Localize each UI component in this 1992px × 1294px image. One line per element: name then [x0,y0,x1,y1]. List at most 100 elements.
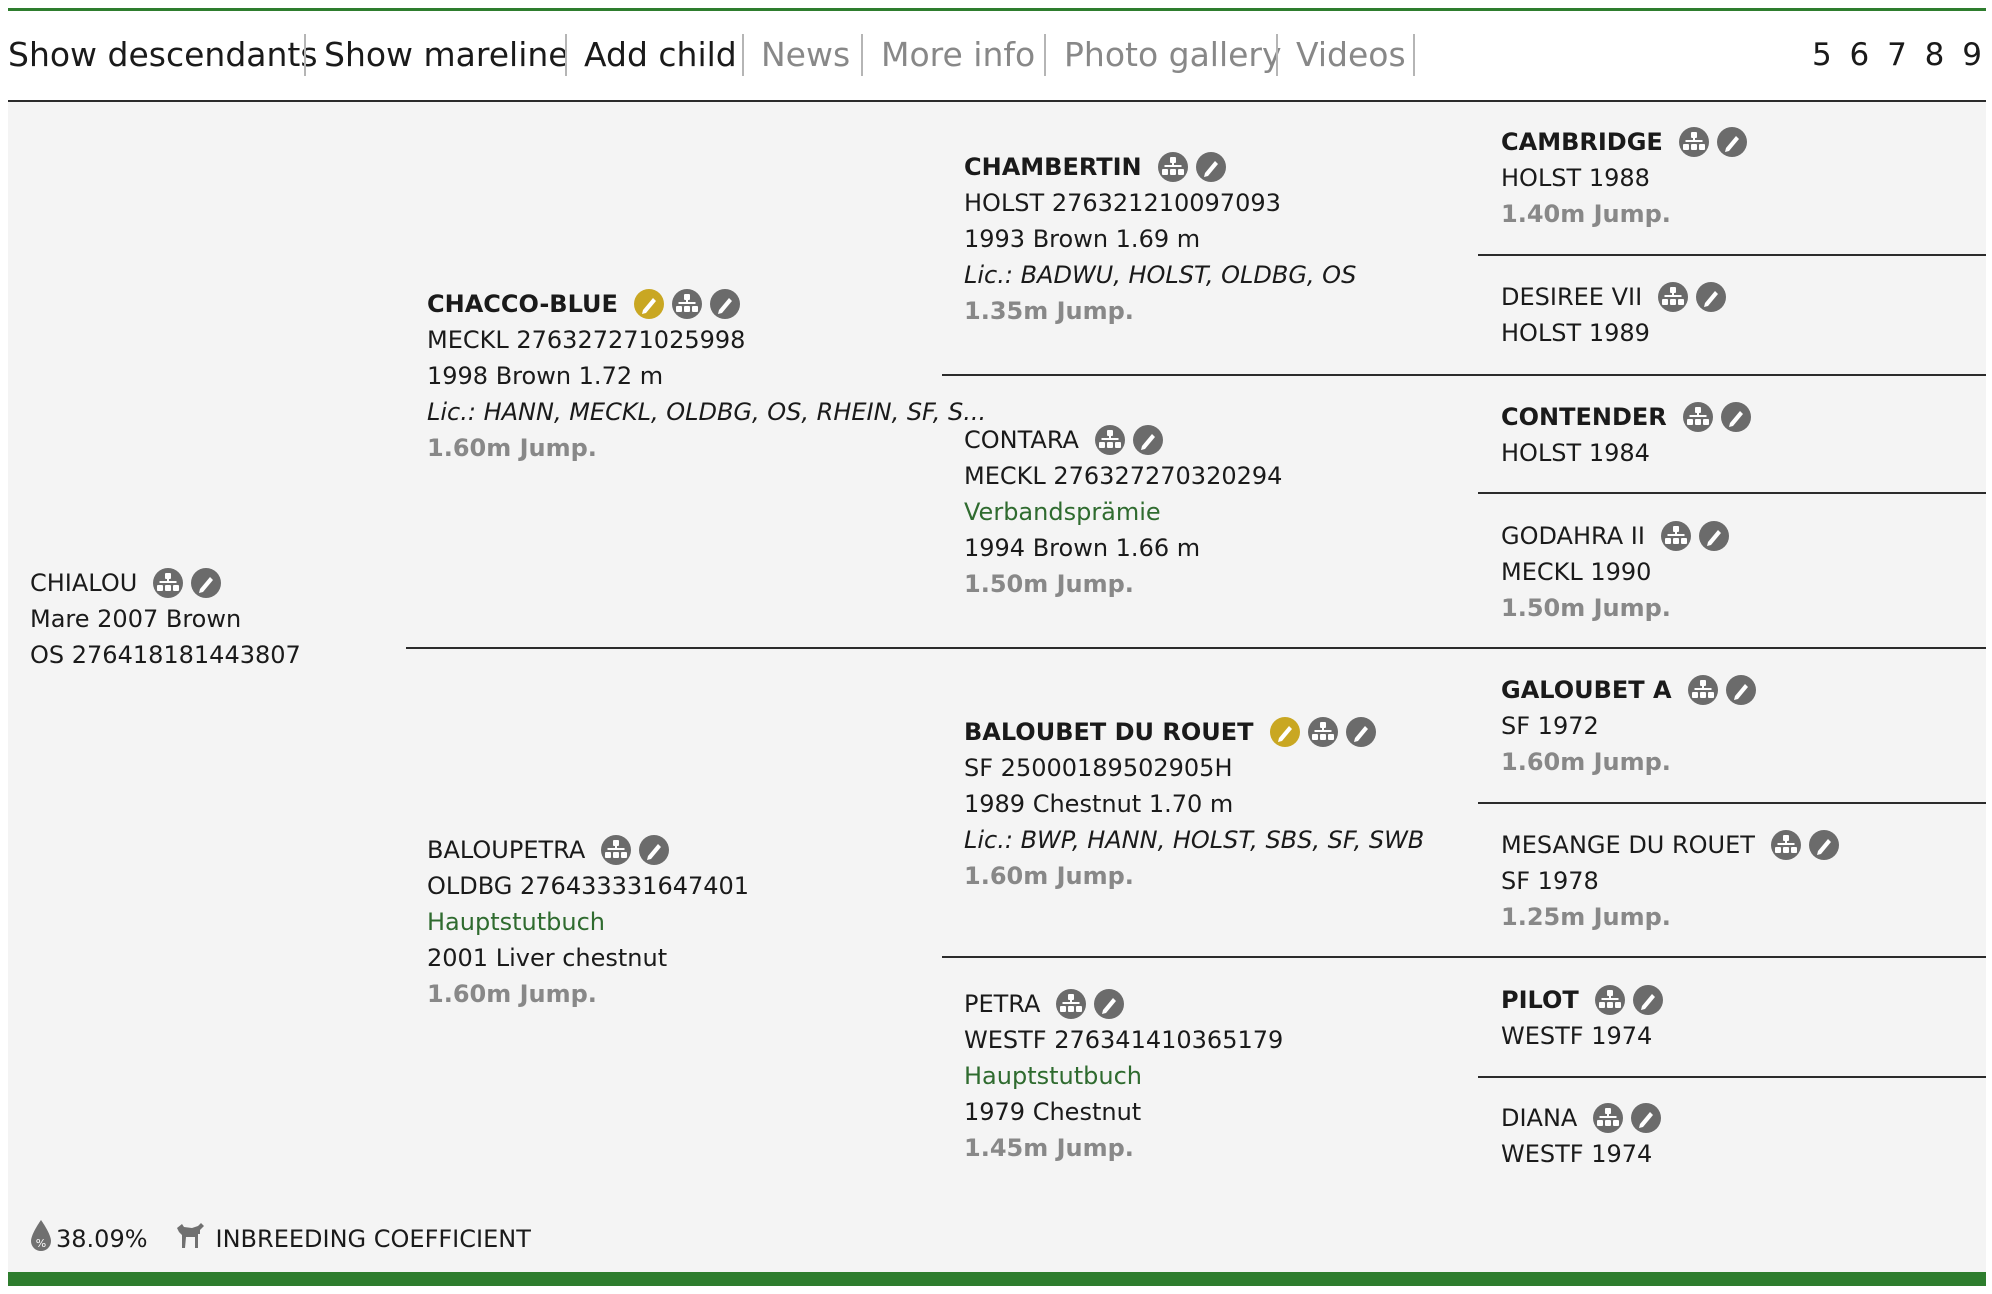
dam-dam-horse: PETRA WESTF 276341410365179 Hauptstutbuc… [964,986,1283,1166]
dam-dam-name[interactable]: PETRA [964,986,1040,1022]
pedigree-tree-icon[interactable] [1307,717,1338,747]
pedigree-tree-icon[interactable] [1770,830,1801,860]
inbreeding-footer: % 38.09% INBREEDING COEFFICIENT [28,1218,531,1259]
edit-pencil-icon[interactable] [639,835,670,865]
sire-dam-name[interactable]: CONTARA [964,422,1079,458]
percent-drop-icon: % [28,1218,54,1259]
edit-pencil-icon[interactable] [1696,282,1727,312]
pedigree-tree-icon[interactable] [1682,402,1713,432]
sire-sire-horse: CHAMBERTIN HOLST 276321210097093 1993 Br… [964,149,1356,329]
ancestor-info: SF 1978 [1501,867,1599,895]
pedigree-tree-icon[interactable] [1593,1103,1624,1133]
pedigree-tree-icon[interactable] [1594,985,1625,1015]
pedigree-tree-icon[interactable] [1056,989,1087,1019]
subject-registration: OS 276418181443807 [30,641,301,669]
sire-sire-name[interactable]: CHAMBERTIN [964,149,1142,185]
edit-pencil-icon[interactable] [1132,425,1163,455]
top-accent-line [8,8,1986,11]
subject-name[interactable]: CHIALOU [30,565,137,601]
ancestor-name[interactable]: GODAHRA II [1501,518,1645,554]
svg-text:%: % [36,1237,46,1250]
edit-pencil-icon[interactable] [1716,127,1747,157]
dam-sire-horse: BALOUBET DU ROUET SF 25000189502905H 198… [964,714,1424,894]
show-mareline-link[interactable]: Show mareline [324,32,569,78]
pedigree-tree-icon[interactable] [1157,152,1188,182]
ancestor-horse: CONTENDER HOLST 1984 [1501,399,1759,471]
ancestor-jump: 1.50m Jump. [1501,594,1671,622]
dam-sire-licenses: Lic.: BWP, HANN, HOLST, SBS, SF, SWB [964,826,1425,854]
toolbar-separator [742,34,744,76]
ancestor-name[interactable]: PILOT [1501,982,1579,1018]
edit-pencil-icon[interactable] [1345,717,1376,747]
show-descendants-link[interactable]: Show descendants [8,32,318,78]
ancestor-name[interactable]: DESIREE VII [1501,279,1642,315]
add-child-link[interactable]: Add child [584,32,737,78]
edit-pencil-icon[interactable] [709,289,740,319]
sire-name[interactable]: CHACCO-BLUE [427,286,618,322]
ancestor-jump: 1.40m Jump. [1501,200,1671,228]
pedigree-tree-icon[interactable] [671,289,702,319]
ancestor-name[interactable]: CONTENDER [1501,399,1667,435]
dam-name[interactable]: BALOUPETRA [427,832,585,868]
edit-pencil-icon[interactable] [1698,521,1729,551]
sire-dam-horse: CONTARA MECKL 276327270320294 Verbandspr… [964,422,1282,602]
toolbar-separator [304,34,306,76]
gen3-divider [942,956,1986,958]
gen4-divider [1478,254,1986,256]
edit-pencil-icon[interactable] [1808,830,1839,860]
edit-pencil-icon[interactable] [1725,675,1756,705]
dam-dam-studbook: Hauptstutbuch [964,1062,1142,1090]
pedigree-tree-icon[interactable] [601,835,632,865]
ancestor-name[interactable]: MESANGE DU ROUET [1501,827,1755,863]
ancestor-jump: 1.25m Jump. [1501,903,1671,931]
edit-pencil-icon[interactable] [1632,985,1663,1015]
toolbar-separator [861,34,863,76]
edit-pencil-icon[interactable] [1094,989,1125,1019]
sire-dam-jump: 1.50m Jump. [964,570,1134,598]
pedigree-tree-icon[interactable] [153,568,184,598]
more-info-link[interactable]: More info [881,32,1035,78]
pedigree-tree-icon[interactable] [1094,425,1125,455]
pedigree-tree-icon[interactable] [1687,675,1718,705]
sire-dam-details: 1994 Brown 1.66 m [964,534,1201,562]
generation-selector[interactable]: 5 6 7 8 9 [1812,32,1986,78]
stallion-key-icon[interactable] [633,289,664,319]
ancestor-horse: CAMBRIDGE HOLST 1988 1.40m Jump. [1501,124,1755,232]
toolbar-separator [565,34,567,76]
dam-studbook: Hauptstutbuch [427,908,605,936]
ancestor-horse: DIANA WESTF 1974 [1501,1100,1669,1172]
sire-sire-jump: 1.35m Jump. [964,297,1134,325]
toolbar-separator [1413,34,1415,76]
pedigree-tree-icon[interactable] [1660,521,1691,551]
videos-link[interactable]: Videos [1296,32,1406,78]
ancestor-info: SF 1972 [1501,712,1599,740]
edit-pencil-icon[interactable] [1720,402,1751,432]
edit-pencil-icon[interactable] [1631,1103,1662,1133]
gen2-divider [406,647,1986,649]
ancestor-horse: PILOT WESTF 1974 [1501,982,1671,1054]
inbreeding-coefficient-link[interactable]: INBREEDING COEFFICIENT [216,1224,531,1254]
dam-registration: OLDBG 276433331647401 [427,872,750,900]
edit-pencil-icon[interactable] [191,568,222,598]
news-link[interactable]: News [761,32,850,78]
sire-horse: CHACCO-BLUE MECKL 276327271025998 1998 B… [427,286,986,466]
ancestor-name[interactable]: DIANA [1501,1100,1577,1136]
sire-licenses: Lic.: HANN, MECKL, OLDBG, OS, RHEIN, SF,… [427,398,987,426]
photo-gallery-link[interactable]: Photo gallery [1064,32,1282,78]
ancestor-info: HOLST 1988 [1501,164,1650,192]
horse-icon [174,1220,206,1257]
ancestor-name[interactable]: CAMBRIDGE [1501,124,1663,160]
dam-sire-name[interactable]: BALOUBET DU ROUET [964,714,1254,750]
ancestor-info: MECKL 1990 [1501,558,1652,586]
ancestor-name[interactable]: GALOUBET A [1501,672,1672,708]
dam-dam-jump: 1.45m Jump. [964,1134,1134,1162]
gen4-divider [1478,492,1986,494]
sire-sire-registration: HOLST 276321210097093 [964,189,1281,217]
stallion-key-icon[interactable] [1269,717,1300,747]
pedigree-tree-icon[interactable] [1658,282,1689,312]
pedigree-tree-icon[interactable] [1678,127,1709,157]
dam-sire-registration: SF 25000189502905H [964,754,1233,782]
edit-pencil-icon[interactable] [1195,152,1226,182]
dam-sire-jump: 1.60m Jump. [964,862,1134,890]
dam-horse: BALOUPETRA OLDBG 276433331647401 Hauptst… [427,832,749,1012]
